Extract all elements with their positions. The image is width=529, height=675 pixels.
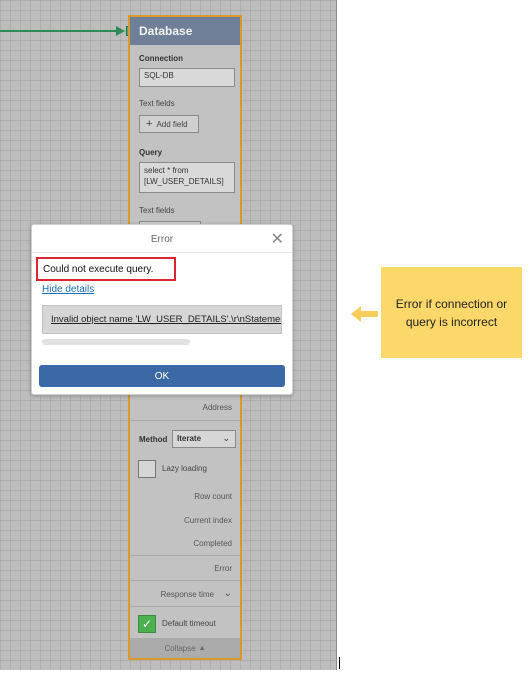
response-time-label: Response time	[160, 590, 214, 599]
method-label: Method	[139, 435, 168, 444]
dialog-title: Error	[150, 234, 174, 245]
dialog-divider	[32, 252, 292, 253]
query-line-1: select * from	[144, 166, 189, 175]
default-timeout-label: Default timeout	[162, 619, 216, 628]
ok-button-label: OK	[154, 370, 170, 382]
add-field-label: Add field	[156, 119, 188, 129]
error-message: Could not execute query.	[36, 257, 176, 281]
method-select[interactable]: Iterate ⌄	[172, 430, 236, 448]
text-fields-label: Text fields	[139, 99, 175, 108]
row-count-label: Row count	[194, 492, 232, 501]
add-field-button[interactable]: + Add field	[139, 115, 199, 133]
checkmark-icon: ✓	[141, 617, 153, 631]
node-title: Database	[139, 24, 193, 38]
collapse-label: Collapse	[164, 643, 196, 653]
divider	[130, 580, 240, 581]
callout-text: Error if connection or query is incorrec…	[395, 296, 508, 329]
error-output-label: Error	[214, 564, 232, 573]
error-dialog: Error ✕ Could not execute query. Hide de…	[31, 224, 293, 395]
caret-up-icon: ▲	[198, 644, 206, 652]
connection-field[interactable]: SQL-DB	[139, 68, 235, 87]
text-fields-label-2: Text fields	[139, 206, 175, 215]
node-header[interactable]: Database	[130, 17, 240, 45]
close-icon[interactable]: ✕	[271, 229, 284, 249]
error-details-box[interactable]: Invalid object name 'LW_USER_DETAILS'.\r…	[42, 305, 282, 334]
query-label: Query	[139, 148, 163, 157]
lazy-loading-checkbox[interactable]	[138, 460, 156, 478]
horizontal-scrollbar[interactable]	[42, 339, 190, 345]
connection-value: SQL-DB	[144, 71, 174, 80]
plus-icon: +	[146, 118, 153, 130]
hide-details-link[interactable]: Hide details	[42, 284, 94, 295]
ok-button[interactable]: OK	[39, 365, 285, 387]
current-index-label: Current index	[183, 516, 232, 525]
default-timeout-checkbox[interactable]: ✓	[138, 615, 156, 633]
divider	[130, 420, 240, 421]
text-cursor	[339, 657, 340, 669]
error-message-text: Could not execute query.	[43, 263, 154, 275]
arrow-left-tail	[360, 311, 378, 317]
query-field[interactable]: select * from [LW_USER_DETAILS]	[139, 162, 235, 193]
canvas-divider	[336, 0, 337, 670]
divider	[130, 606, 240, 607]
completed-label: Completed	[193, 539, 232, 548]
chevron-down-icon[interactable]: ⌄	[224, 588, 232, 599]
method-value: Iterate	[177, 434, 202, 443]
address-label: Address	[202, 403, 232, 412]
connector-line	[0, 30, 118, 32]
divider	[130, 555, 240, 556]
lazy-loading-label: Lazy loading	[162, 464, 207, 473]
annotation-callout: Error if connection or query is incorrec…	[381, 267, 522, 358]
connection-label: Connection	[139, 54, 183, 63]
error-details-text: Invalid object name 'LW_USER_DETAILS'.\r…	[51, 314, 281, 325]
connector-arrow-icon	[116, 26, 125, 36]
chevron-down-icon: ⌄	[222, 433, 230, 443]
collapse-button[interactable]: Collapse ▲	[130, 638, 240, 658]
query-line-2: [LW_USER_DETAILS]	[144, 177, 224, 186]
